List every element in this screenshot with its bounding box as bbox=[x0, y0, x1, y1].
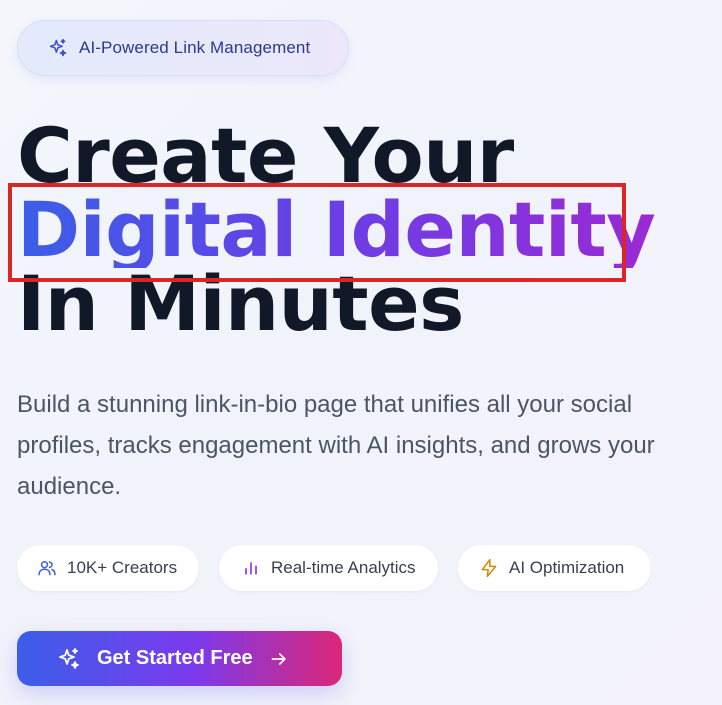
feature-pill-analytics: Real-time Analytics bbox=[219, 545, 438, 591]
feature-pill-label: Real-time Analytics bbox=[271, 558, 416, 577]
feature-pill-ai: AI Optimization bbox=[458, 545, 651, 591]
annotation-highlight-box bbox=[8, 183, 626, 282]
sparkles-icon bbox=[48, 38, 68, 58]
feature-pill-label: AI Optimization bbox=[509, 558, 625, 577]
feature-pill-label: 10K+ Creators bbox=[67, 558, 178, 577]
get-started-button[interactable]: Get Started Free bbox=[17, 631, 342, 686]
arrow-right-icon bbox=[269, 649, 289, 669]
badge-label: AI-Powered Link Management bbox=[79, 38, 311, 57]
users-icon bbox=[37, 558, 57, 578]
bar-chart-icon bbox=[241, 558, 261, 578]
hero-subheading: Build a stunning link-in-bio page that u… bbox=[17, 391, 655, 500]
get-started-label: Get Started Free bbox=[97, 647, 253, 669]
feature-pill-creators: 10K+ Creators bbox=[17, 545, 199, 591]
lightning-icon bbox=[479, 558, 499, 578]
headline-line-1: Create Your bbox=[17, 111, 514, 200]
feature-badge: AI-Powered Link Management bbox=[17, 20, 349, 76]
sparkles-icon bbox=[57, 647, 81, 671]
